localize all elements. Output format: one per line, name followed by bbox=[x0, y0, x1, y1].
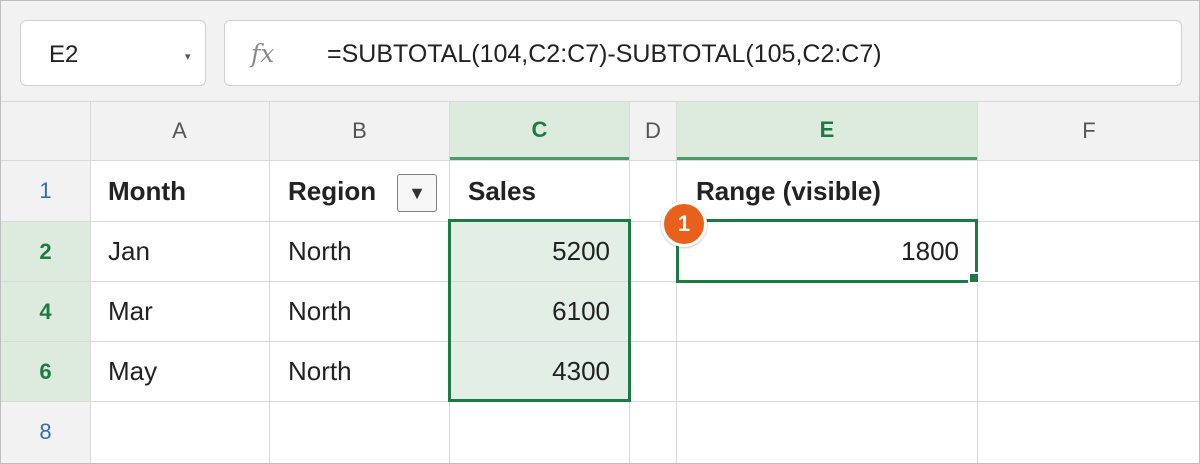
callout-badge: 1 bbox=[661, 201, 707, 247]
chevron-down-icon[interactable]: ▾ bbox=[185, 50, 191, 63]
cell-a2[interactable]: Jan bbox=[108, 236, 150, 267]
row-header-6[interactable]: 6 bbox=[1, 342, 90, 401]
cell-b1[interactable]: Region bbox=[288, 176, 376, 207]
grid-line bbox=[1, 101, 1199, 102]
row-header-1[interactable]: 1 bbox=[1, 161, 90, 221]
cell-a6[interactable]: May bbox=[108, 356, 157, 387]
fill-handle[interactable] bbox=[968, 272, 980, 284]
active-cell-border[interactable] bbox=[676, 219, 978, 283]
filter-dropdown-icon[interactable]: ▼ bbox=[397, 174, 437, 212]
formula-text[interactable]: =SUBTOTAL(104,C2:C7)-SUBTOTAL(105,C2:C7) bbox=[327, 40, 882, 69]
row-header-8[interactable]: 8 bbox=[1, 402, 90, 463]
cell-c1[interactable]: Sales bbox=[468, 176, 536, 207]
grid-line bbox=[676, 102, 677, 463]
row-header-2[interactable]: 2 bbox=[1, 222, 90, 281]
spreadsheet-window: E2 ▾ fx =SUBTOTAL(104,C2:C7)-SUBTOTAL(10… bbox=[0, 0, 1200, 464]
selected-range-border bbox=[448, 219, 631, 402]
cell-grid bbox=[90, 161, 1199, 463]
cell-e1[interactable]: Range (visible) bbox=[696, 176, 881, 207]
cell-a4[interactable]: Mar bbox=[108, 296, 153, 327]
grid-line bbox=[269, 102, 270, 463]
cell-b2[interactable]: North bbox=[288, 236, 352, 267]
formula-bar[interactable]: fx =SUBTOTAL(104,C2:C7)-SUBTOTAL(105,C2:… bbox=[224, 20, 1182, 86]
cell-b4[interactable]: North bbox=[288, 296, 352, 327]
grid-line bbox=[90, 102, 91, 463]
row-header-4[interactable]: 4 bbox=[1, 282, 90, 341]
grid-line bbox=[1, 160, 1199, 161]
cell-b6[interactable]: North bbox=[288, 356, 352, 387]
column-header-a[interactable]: A bbox=[90, 102, 269, 160]
column-header-b[interactable]: B bbox=[270, 102, 449, 160]
name-box-value: E2 bbox=[49, 41, 79, 68]
name-box[interactable]: E2 ▾ bbox=[20, 20, 206, 86]
column-header-d[interactable]: D bbox=[630, 102, 676, 160]
function-icon[interactable]: fx bbox=[251, 39, 274, 68]
column-header-f[interactable]: F bbox=[978, 102, 1199, 160]
column-header-e[interactable]: E bbox=[677, 102, 977, 160]
column-header-c[interactable]: C bbox=[450, 102, 629, 160]
cell-a1[interactable]: Month bbox=[108, 176, 186, 207]
